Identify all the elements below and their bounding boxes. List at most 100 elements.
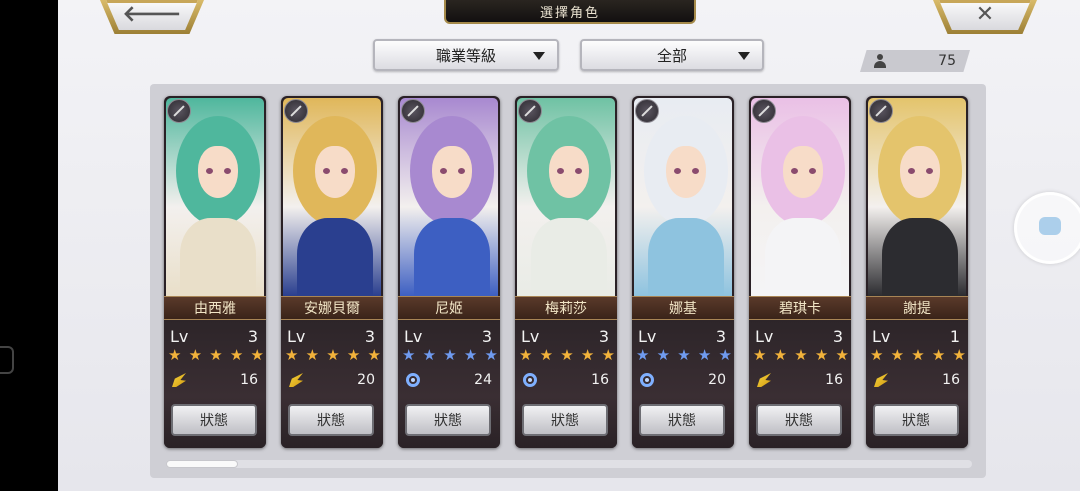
- character-card[interactable]: 碧琪卡 Lv 3 ★ ★ ★ ★ ★ 16 狀態: [749, 96, 851, 448]
- star-icon: ★: [697, 346, 712, 364]
- portrait-outfit: [648, 218, 724, 296]
- portrait-eye: [809, 168, 816, 174]
- star-icon: ★: [285, 346, 299, 364]
- weapon-class-icon: [869, 99, 893, 123]
- character-name: 安娜貝爾: [281, 296, 383, 320]
- character-portrait[interactable]: [751, 98, 849, 296]
- character-portrait[interactable]: [166, 98, 264, 296]
- character-portrait[interactable]: [868, 98, 966, 296]
- star-icon: ★: [773, 346, 788, 364]
- rarity-stars: ★ ★ ★ ★ ★: [285, 348, 381, 363]
- unit-count-badge: 75: [860, 50, 970, 72]
- star-icon: ★: [519, 346, 533, 364]
- character-portrait[interactable]: [400, 98, 498, 296]
- level-row: Lv 3: [755, 327, 843, 346]
- cost-value: 16: [942, 372, 960, 388]
- portrait-face: [666, 146, 706, 198]
- character-card[interactable]: 尼姬 Lv 3 ★ ★ ★ ★ ★ 24 狀態: [398, 96, 500, 448]
- character-list-panel: 由西雅 Lv 3 ★ ★ ★ ★ ★ 16 狀態 安娜貝爾 Lv 3 ★ ★ ★…: [150, 84, 986, 478]
- character-name: 由西雅: [164, 296, 266, 320]
- portrait-eye: [557, 168, 564, 174]
- scrollbar-thumb[interactable]: [166, 460, 238, 468]
- rarity-stars: ★ ★ ★ ★ ★: [402, 348, 498, 363]
- character-card[interactable]: 梅莉莎 Lv 3 ★ ★ ★ ★ ★ 16 狀態: [515, 96, 617, 448]
- status-button[interactable]: 狀態: [288, 404, 374, 436]
- character-info: Lv 3 ★ ★ ★ ★ ★ 20 狀態: [632, 320, 734, 448]
- sort-dropdown-label: 職業等級: [435, 46, 496, 65]
- character-name: 謝提: [866, 296, 968, 320]
- cost-row: 16: [757, 372, 843, 388]
- level-row: Lv 1: [872, 327, 960, 346]
- level-label: Lv: [287, 327, 306, 346]
- star-icon: ★: [463, 346, 478, 364]
- character-card[interactable]: 娜基 Lv 3 ★ ★ ★ ★ ★ 20 狀態: [632, 96, 734, 448]
- cost-value: 16: [591, 372, 609, 388]
- category-dropdown-label: 全部: [656, 46, 687, 65]
- weapon-class-icon: [518, 99, 542, 123]
- level-value: 3: [715, 327, 726, 346]
- level-value: 3: [598, 327, 609, 346]
- category-dropdown[interactable]: 全部: [580, 39, 764, 71]
- star-icon: ★: [346, 346, 361, 364]
- weapon-class-icon: [752, 99, 776, 123]
- status-button[interactable]: 狀態: [522, 404, 608, 436]
- star-icon: ★: [656, 346, 671, 364]
- portrait-face: [549, 146, 589, 198]
- character-card[interactable]: 謝提 Lv 1 ★ ★ ★ ★ ★ 16 狀態: [866, 96, 968, 448]
- character-card[interactable]: 安娜貝爾 Lv 3 ★ ★ ★ ★ ★ 20 狀態: [281, 96, 383, 448]
- level-label: Lv: [755, 327, 774, 346]
- star-icon: ★: [402, 346, 416, 364]
- page-title: 選擇角色: [444, 0, 696, 24]
- portrait-outfit: [414, 218, 490, 296]
- star-icon: ★: [718, 346, 732, 364]
- weapon-class-icon: [284, 99, 308, 123]
- portrait-eye: [206, 168, 213, 174]
- level-row: Lv 3: [170, 327, 258, 346]
- status-button[interactable]: 狀態: [639, 404, 725, 436]
- star-icon: ★: [601, 346, 615, 364]
- character-name: 娜基: [632, 296, 734, 320]
- star-icon: ★: [443, 346, 457, 364]
- wing-icon: [172, 373, 186, 387]
- star-icon: ★: [539, 346, 554, 364]
- horizontal-scrollbar[interactable]: [166, 460, 972, 468]
- cost-value: 16: [240, 372, 258, 388]
- character-portrait[interactable]: [634, 98, 732, 296]
- close-button[interactable]: ✕: [939, 0, 1031, 30]
- chevron-down-icon: [533, 52, 545, 60]
- rarity-stars: ★ ★ ★ ★ ★: [636, 348, 732, 363]
- portrait-eye: [458, 168, 465, 174]
- star-icon: ★: [636, 346, 650, 364]
- character-card-row[interactable]: 由西雅 Lv 3 ★ ★ ★ ★ ★ 16 狀態 安娜貝爾 Lv 3 ★ ★ ★…: [164, 96, 984, 452]
- star-icon: ★: [209, 346, 223, 364]
- character-portrait[interactable]: [517, 98, 615, 296]
- portrait-face: [432, 146, 472, 198]
- status-button[interactable]: 狀態: [171, 404, 257, 436]
- sort-dropdown[interactable]: 職業等級: [373, 39, 559, 71]
- character-portrait[interactable]: [283, 98, 381, 296]
- portrait-eye: [692, 168, 699, 174]
- character-info: Lv 3 ★ ★ ★ ★ ★ 16 狀態: [515, 320, 617, 448]
- character-info: Lv 1 ★ ★ ★ ★ ★ 16 狀態: [866, 320, 968, 448]
- character-name: 碧琪卡: [749, 296, 851, 320]
- star-icon: ★: [677, 346, 691, 364]
- star-icon: ★: [794, 346, 808, 364]
- star-icon: ★: [422, 346, 437, 364]
- character-name: 尼姬: [398, 296, 500, 320]
- level-value: 3: [364, 327, 375, 346]
- back-button[interactable]: 🡐: [106, 0, 198, 30]
- character-card[interactable]: 由西雅 Lv 3 ★ ★ ★ ★ ★ 16 狀態: [164, 96, 266, 448]
- status-button[interactable]: 狀態: [405, 404, 491, 436]
- cost-row: 20: [289, 372, 375, 388]
- rarity-stars: ★ ★ ★ ★ ★: [753, 348, 849, 363]
- floating-assist-button[interactable]: [1014, 192, 1080, 264]
- status-button[interactable]: 狀態: [873, 404, 959, 436]
- level-row: Lv 3: [521, 327, 609, 346]
- level-label: Lv: [638, 327, 657, 346]
- status-button[interactable]: 狀態: [756, 404, 842, 436]
- weapon-class-icon: [635, 99, 659, 123]
- level-label: Lv: [521, 327, 540, 346]
- level-value: 3: [832, 327, 843, 346]
- rarity-stars: ★ ★ ★ ★ ★: [519, 348, 615, 363]
- portrait-eye: [341, 168, 348, 174]
